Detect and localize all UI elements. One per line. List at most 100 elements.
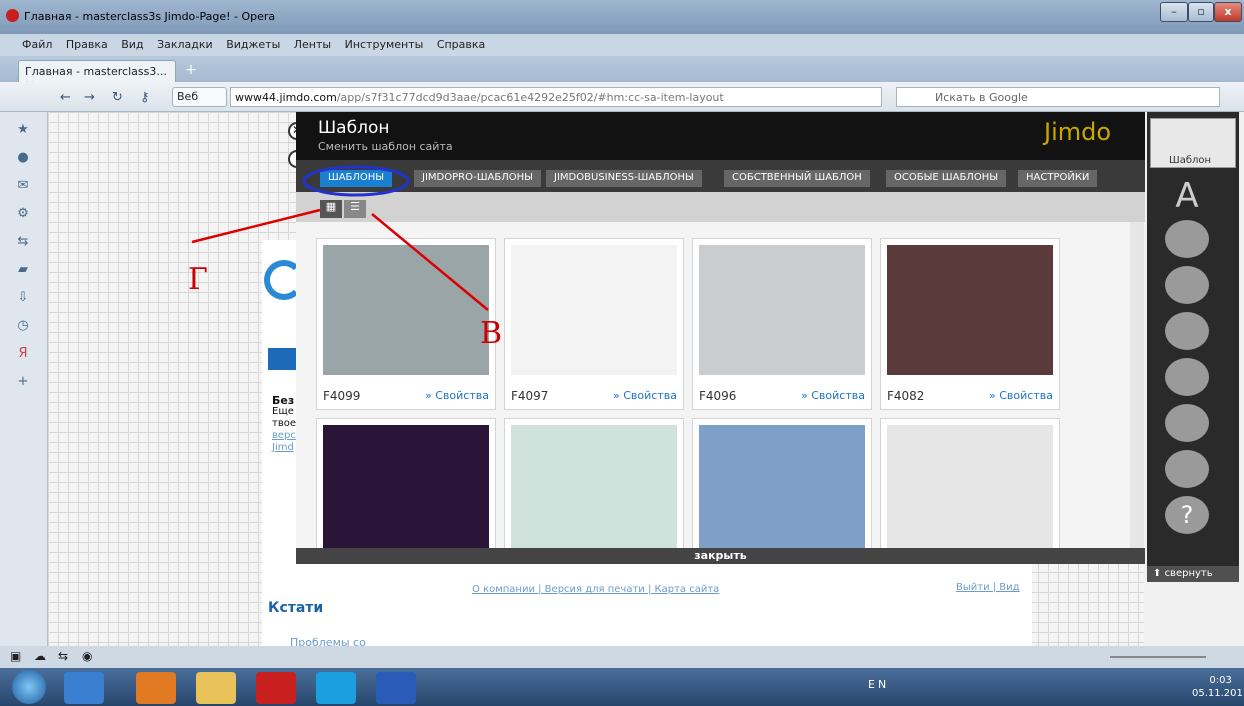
minimize-button[interactable]: – xyxy=(1160,2,1188,22)
menu-file[interactable]: Файл xyxy=(22,38,52,51)
tab-templates[interactable]: ШАБЛОНЫ xyxy=(320,170,393,187)
site-link-2[interactable]: Jimd xyxy=(272,442,294,453)
template-card[interactable] xyxy=(504,418,684,548)
close-window-button[interactable]: x xyxy=(1214,2,1242,22)
reload-icon[interactable]: ↻ xyxy=(112,90,123,105)
address-toolbar: ← → ↻ ⚷ Веб www44.jimdo.com/app/s7f31c77… xyxy=(0,82,1244,112)
widgets-icon[interactable]: ● xyxy=(14,150,32,168)
modal-title: Шаблон xyxy=(318,118,390,138)
explorer-taskbar-icon[interactable] xyxy=(196,672,236,704)
tab-jimdobusiness[interactable]: JIMDOBUSINESS-ШАБЛОНЫ xyxy=(546,170,702,187)
menu-view[interactable]: Вид xyxy=(121,38,143,51)
new-tab-button[interactable]: + xyxy=(182,62,200,78)
tab-jimdopro[interactable]: JIMDOPRO-ШАБЛОНЫ xyxy=(414,170,541,187)
template-thumbnail xyxy=(887,245,1053,375)
view-toggle-bar xyxy=(296,192,1145,222)
modal-close-bar[interactable]: закрыть xyxy=(296,548,1145,564)
site-text-line-2: твое xyxy=(272,418,296,429)
template-card[interactable] xyxy=(316,418,496,548)
maximize-button[interactable]: ▫ xyxy=(1188,2,1214,22)
cloud-icon[interactable]: ☁ xyxy=(34,649,46,663)
tab-own-template[interactable]: СОБСТВЕННЫЙ ШАБЛОН xyxy=(724,170,870,187)
yandex-icon[interactable]: Я xyxy=(14,346,32,364)
settings-icon[interactable] xyxy=(1165,404,1209,442)
announce-icon[interactable] xyxy=(1165,220,1209,258)
start-button[interactable] xyxy=(12,670,46,704)
help-icon[interactable]: ? xyxy=(1165,496,1209,534)
key-icon[interactable]: ⚷ xyxy=(140,90,150,105)
users-icon[interactable] xyxy=(1165,266,1209,304)
template-thumbnail xyxy=(511,425,677,548)
firefox-taskbar-icon[interactable] xyxy=(136,672,176,704)
menu-tools[interactable]: Инструменты xyxy=(345,38,424,51)
unite-icon[interactable]: ⇆ xyxy=(14,234,32,252)
jimdo-sidebar: Шаблон A ? xyxy=(1147,112,1239,582)
template-sidebar-button[interactable]: Шаблон xyxy=(1150,118,1236,168)
menu-bookmarks[interactable]: Закладки xyxy=(157,38,213,51)
search-input[interactable]: Искать в Google xyxy=(896,87,1220,107)
template-props-link[interactable]: » Свойства xyxy=(989,389,1053,402)
add-panel-icon[interactable]: + xyxy=(14,374,32,392)
clock[interactable]: 0:03 05.11.2011 xyxy=(1192,674,1244,700)
tab-settings[interactable]: НАСТРОЙКИ xyxy=(1018,170,1098,187)
template-card[interactable]: F4082 » Свойства xyxy=(880,238,1060,410)
box-icon[interactable] xyxy=(1165,358,1209,396)
template-thumbnail xyxy=(699,245,865,375)
collapse-sidebar-button[interactable]: ⬆ свернуть xyxy=(1147,566,1239,582)
template-scrollbar[interactable] xyxy=(1130,222,1144,548)
browser-tab[interactable]: Главная - masterclass3... × xyxy=(18,60,176,91)
search-engine-button[interactable]: Веб xyxy=(172,87,227,107)
history-clock-icon[interactable]: ◷ xyxy=(14,318,32,336)
comments-icon[interactable] xyxy=(1165,312,1209,350)
template-card[interactable]: F4097 » Свойства xyxy=(504,238,684,410)
notes-icon[interactable]: ▰ xyxy=(14,262,32,280)
template-code: F4096 xyxy=(699,389,737,403)
url-field[interactable]: www44.jimdo.com/app/s7f31c77dcd9d3aae/pc… xyxy=(230,87,882,107)
template-card[interactable] xyxy=(692,418,872,548)
opera-taskbar-icon[interactable] xyxy=(256,672,296,704)
template-grid: F4099 » Свойства F4097 » Свойства F4096 … xyxy=(296,222,1145,548)
unite-status-icon[interactable]: ⇆ xyxy=(58,649,68,663)
back-icon[interactable]: ← xyxy=(60,90,71,105)
template-card[interactable]: F4099 » Свойства xyxy=(316,238,496,410)
menu-edit[interactable]: Правка xyxy=(66,38,108,51)
bookmarks-star-icon[interactable]: ★ xyxy=(14,122,32,140)
word-taskbar-icon[interactable] xyxy=(376,672,416,704)
annotation-letter-v: В xyxy=(480,316,503,351)
site-link-1[interactable]: верс xyxy=(272,430,296,441)
fonts-icon[interactable]: A xyxy=(1165,176,1209,216)
tab-bar: Главная - masterclass3... × + xyxy=(0,56,1244,91)
skype-taskbar-icon[interactable] xyxy=(316,672,356,704)
template-code: F4082 xyxy=(887,389,925,403)
mail-icon[interactable]: ✉ xyxy=(14,178,32,196)
grid-view-icon[interactable]: ▦ xyxy=(320,200,342,218)
template-props-link[interactable]: » Свойства xyxy=(801,389,865,402)
tab-special-templates[interactable]: ОСОБЫЕ ШАБЛОНЫ xyxy=(886,170,1007,187)
settings-gear-icon[interactable]: ⚙ xyxy=(14,206,32,224)
template-card[interactable]: F4096 » Свойства xyxy=(692,238,872,410)
template-card[interactable] xyxy=(880,418,1060,548)
footer-links[interactable]: О компании | Версия для печати | Карта с… xyxy=(472,584,719,595)
url-host: www44.jimdo.com xyxy=(235,91,337,104)
menu-feeds[interactable]: Ленты xyxy=(294,38,331,51)
shablon-label: Шаблон xyxy=(1169,155,1212,166)
panel-toggle-icon[interactable]: ▣ xyxy=(10,649,21,663)
language-indicator[interactable]: EN xyxy=(868,678,889,691)
clock-date: 05.11.2011 xyxy=(1192,688,1244,699)
ie-taskbar-icon[interactable] xyxy=(64,672,104,704)
downloads-icon[interactable]: ⇩ xyxy=(14,290,32,308)
template-props-link[interactable]: » Свойства xyxy=(425,389,489,402)
zoom-slider[interactable] xyxy=(1110,656,1206,658)
menu-help[interactable]: Справка xyxy=(437,38,485,51)
menu-bar: Файл Правка Вид Закладки Виджеты Ленты И… xyxy=(0,34,1244,56)
footer-logout-view[interactable]: Выйти | Вид xyxy=(956,582,1020,593)
forward-icon[interactable]: → xyxy=(84,90,95,105)
list-view-icon[interactable]: ☰ xyxy=(344,200,366,218)
menu-widgets[interactable]: Виджеты xyxy=(226,38,280,51)
opera-panel: ★ ● ✉ ⚙ ⇆ ▰ ⇩ ◷ Я + xyxy=(0,112,48,646)
site-button[interactable] xyxy=(268,348,298,370)
statistics-icon[interactable] xyxy=(1165,450,1209,488)
kstati-heading: Кстати xyxy=(268,600,324,616)
template-props-link[interactable]: » Свойства xyxy=(613,389,677,402)
turbo-icon[interactable]: ◉ xyxy=(82,649,92,663)
